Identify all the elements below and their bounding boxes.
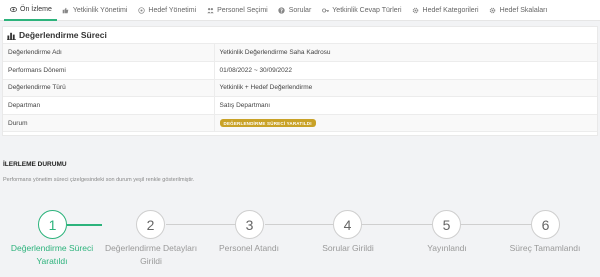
step-label-4: Sorular Girildi <box>322 243 374 253</box>
row-key: Performans Dönemi <box>3 61 215 80</box>
panel-header: Değerlendirme Süreci <box>3 27 597 44</box>
row-value: Yetkinlik + Hedef Değerlendirme <box>214 79 597 98</box>
tab-questions[interactable]: ? Sorular <box>273 0 317 21</box>
step-label-1: Değerlendirme Süreci Yaratıldı <box>10 243 94 266</box>
progress-stepper: 1 2 3 4 5 6 Değerlendirme Süreci Yaratıl… <box>0 205 600 277</box>
gear-icon <box>489 6 497 14</box>
step-circle-3: 3 <box>235 210 264 239</box>
row-value: Yetkinlik Değerlendirme Saha Kadrosu <box>214 44 597 63</box>
step-circle-6: 6 <box>531 210 560 239</box>
tab-goal-scales[interactable]: Hedef Skalaları <box>484 0 553 21</box>
users-icon <box>206 6 214 14</box>
table-row: Performans Dönemi 01/08/2022 ~ 30/09/202… <box>3 61 597 80</box>
tab-preview[interactable]: Ön İzleme <box>4 0 57 21</box>
step-circle-2: 2 <box>136 210 165 239</box>
progress-description: Performans yönetim süreci çizelgesindeki… <box>3 177 195 183</box>
step-circle-5: 5 <box>432 210 461 239</box>
step-connector <box>362 224 432 225</box>
row-key: Değerlendirme Türü <box>3 79 215 98</box>
step-label-3: Personel Atandı <box>218 243 279 253</box>
tab-personnel-selection[interactable]: Personel Seçimi <box>201 0 273 21</box>
row-value: DEĞERLENDİRME SÜRECİ YARATILDI <box>214 114 597 133</box>
tab-label: Yetkinlik Cevap Türleri <box>332 6 402 14</box>
step-connector <box>461 224 531 225</box>
tab-goal-categories[interactable]: Hedef Kategorileri <box>407 0 484 21</box>
tab-label: Hedef Skalaları <box>499 6 548 14</box>
status-badge: DEĞERLENDİRME SÜRECİ YARATILDI <box>219 119 316 128</box>
target-icon <box>137 6 145 14</box>
step-connector <box>166 224 236 225</box>
table-row: Departman Satış Departmanı <box>3 96 597 115</box>
tab-competency-management[interactable]: Yetkinlik Yönetimi <box>57 0 132 21</box>
eye-icon <box>9 5 17 13</box>
tab-label: Sorular <box>288 6 312 14</box>
tab-label: Hedef Kategorileri <box>422 6 479 14</box>
svg-text:?: ? <box>280 8 283 14</box>
question-icon: ? <box>278 6 286 14</box>
table-row: Değerlendirme Adı Yetkinlik Değerlendirm… <box>3 44 597 63</box>
row-value: Satış Departmanı <box>214 96 597 115</box>
step-label-6: Süreç Tamamlandı <box>509 243 581 253</box>
tab-label: Personel Seçimi <box>217 6 268 14</box>
panel-title: Değerlendirme Süreci <box>19 30 107 40</box>
tab-competency-answer-types[interactable]: Yetkinlik Cevap Türleri <box>316 0 406 21</box>
tab-label: Yetkinlik Yönetimi <box>72 6 128 14</box>
tab-bar: Ön İzleme Yetkinlik Yönetimi Hedef Yönet… <box>0 0 600 21</box>
step-circle-1: 1 <box>38 210 67 239</box>
tab-goal-management[interactable]: Hedef Yönetimi <box>132 0 201 21</box>
process-panel: Değerlendirme Süreci Değerlendirme Adı Y… <box>2 26 598 136</box>
table-row: Durum DEĞERLENDİRME SÜRECİ YARATILDI <box>3 114 597 133</box>
row-key: Değerlendirme Adı <box>3 44 215 63</box>
step-connector <box>67 224 102 226</box>
key-icon <box>321 6 329 14</box>
step-label-5: Yayınlandı <box>427 243 467 253</box>
table-row: Değerlendirme Türü Yetkinlik + Hedef Değ… <box>3 79 597 98</box>
row-value: 01/08/2022 ~ 30/09/2022 <box>214 61 597 80</box>
step-circle-4: 4 <box>333 210 362 239</box>
tab-label: Ön İzleme <box>20 5 52 13</box>
thumbs-up-icon <box>62 6 70 14</box>
progress-title: İLERLEME DURUMU <box>3 161 67 168</box>
tab-label: Hedef Yönetimi <box>148 6 197 14</box>
row-key: Departman <box>3 96 215 115</box>
row-key: Durum <box>3 114 215 133</box>
step-connector <box>265 224 333 225</box>
step-label-2: Değerlendirme Detayları Girildi <box>104 243 198 266</box>
gear-icon <box>412 6 420 14</box>
bar-chart-icon <box>7 32 16 40</box>
process-details-table: Değerlendirme Adı Yetkinlik Değerlendirm… <box>3 44 597 133</box>
